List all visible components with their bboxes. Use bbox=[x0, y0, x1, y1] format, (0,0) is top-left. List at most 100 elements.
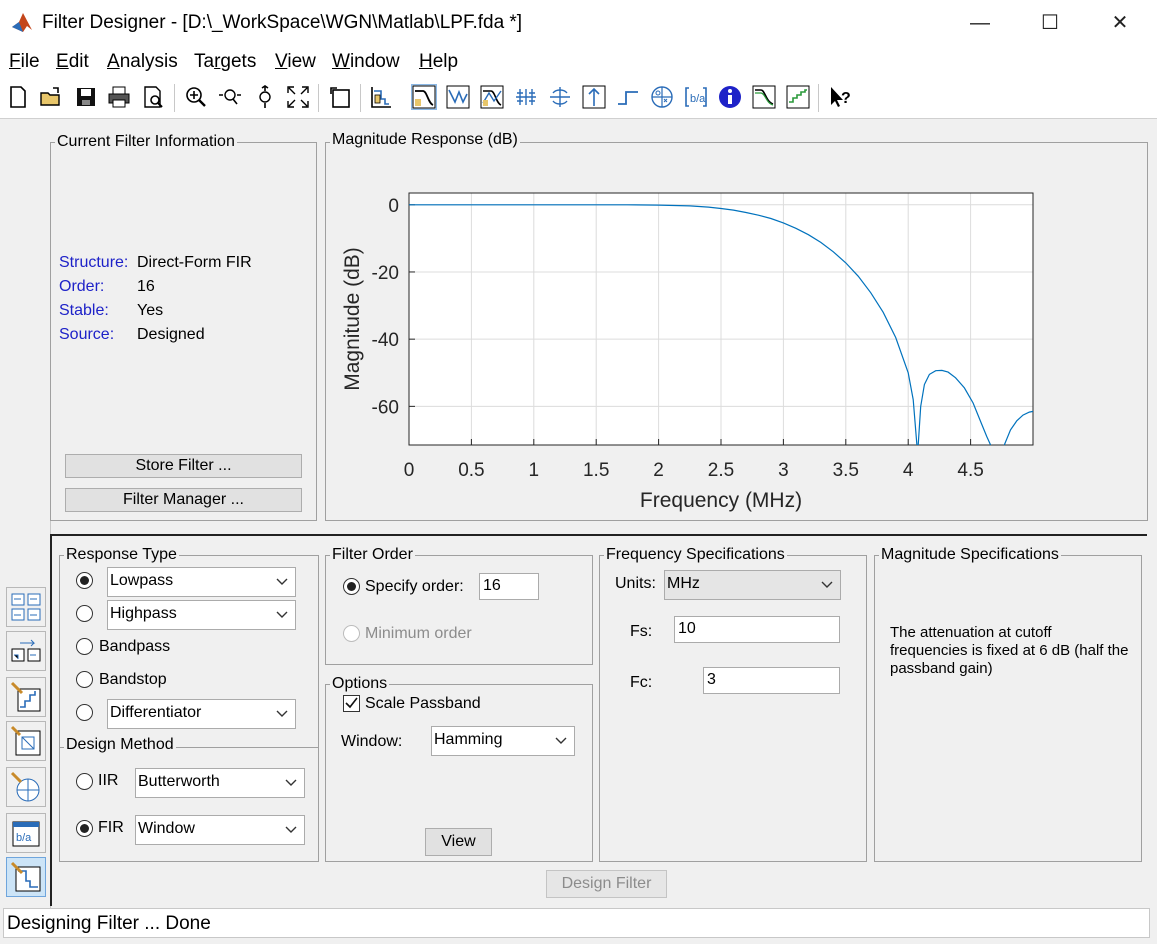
lowpass-radio[interactable] bbox=[76, 572, 93, 589]
magnitude-response-chart[interactable]: 0 0.5 1 1.5 2 2.5 3 3.5 4 4.5 0 -20 -40 -60 Frequency … bbox=[326, 143, 1147, 520]
group-delay-icon[interactable] bbox=[514, 85, 538, 109]
whats-this-icon[interactable]: ? bbox=[828, 85, 852, 109]
open-folder-icon[interactable] bbox=[39, 85, 63, 109]
menu-analysis[interactable]: Analysis bbox=[107, 51, 178, 73]
store-filter-button[interactable]: Store Filter ... bbox=[65, 454, 302, 478]
checkmark-icon bbox=[345, 697, 358, 709]
units-combo[interactable]: MHz bbox=[664, 570, 841, 600]
status-text: Designing Filter ... Done bbox=[7, 913, 211, 934]
matlab-logo-icon bbox=[12, 13, 32, 32]
zoom-y-icon[interactable] bbox=[253, 85, 277, 109]
highpass-combo[interactable]: Highpass bbox=[107, 600, 296, 630]
phase-delay-icon[interactable] bbox=[548, 85, 572, 109]
y-tick-label: -60 bbox=[372, 397, 399, 418]
fs-input[interactable]: 10 bbox=[674, 616, 840, 643]
highpass-combo-value: Highpass bbox=[110, 605, 177, 622]
print-icon[interactable] bbox=[107, 85, 131, 109]
differentiator-combo-value: Differentiator bbox=[110, 704, 202, 721]
toolbar-separator bbox=[360, 84, 361, 112]
iir-method-combo[interactable]: Butterworth bbox=[135, 768, 305, 798]
bandstop-radio[interactable] bbox=[76, 671, 93, 688]
menu-help[interactable]: Help bbox=[419, 51, 458, 73]
filter-specs-icon[interactable] bbox=[369, 85, 393, 109]
save-icon[interactable] bbox=[74, 85, 98, 109]
x-axis-label: Frequency (MHz) bbox=[640, 489, 802, 512]
order-input[interactable]: 16 bbox=[479, 573, 539, 600]
toolbar-separator bbox=[174, 84, 175, 112]
lowpass-combo[interactable]: Lowpass bbox=[107, 567, 296, 597]
differentiator-radio[interactable] bbox=[76, 704, 93, 721]
specify-order-label: Specify order: bbox=[365, 578, 464, 595]
window-title: Filter Designer - [D:\_WorkSpace\WGN\Mat… bbox=[42, 12, 523, 33]
menu-bar: File Edit Analysis Targets View Window H… bbox=[0, 46, 1157, 78]
menu-view[interactable]: View bbox=[275, 51, 316, 73]
magnitude-phase-icon[interactable] bbox=[480, 85, 504, 109]
source-value: Designed bbox=[137, 326, 205, 343]
minimum-order-label: Minimum order bbox=[365, 625, 472, 642]
menu-file[interactable]: File bbox=[9, 51, 40, 73]
design-filter-mode-button[interactable] bbox=[6, 857, 46, 897]
response-type-panel: Response Type Lowpass Highpass Bandpass … bbox=[59, 546, 319, 862]
toolbar-separator bbox=[318, 84, 319, 112]
iir-radio[interactable] bbox=[76, 773, 93, 790]
quantize-icon bbox=[10, 681, 41, 712]
fs-input-value: 10 bbox=[678, 620, 696, 637]
pole-zero-editor-button[interactable] bbox=[6, 721, 46, 761]
order-label: Order: bbox=[59, 278, 105, 295]
filter-transform-button[interactable] bbox=[6, 587, 46, 627]
import-filter-button[interactable] bbox=[6, 767, 46, 807]
new-file-icon[interactable] bbox=[6, 85, 30, 109]
step-response-icon[interactable] bbox=[616, 85, 640, 109]
fir-method-combo[interactable]: Window bbox=[135, 815, 305, 845]
window-combo[interactable]: Hamming bbox=[431, 726, 575, 756]
minimum-order-radio[interactable] bbox=[343, 625, 360, 642]
print-preview-icon[interactable] bbox=[141, 85, 165, 109]
zoom-in-icon[interactable] bbox=[184, 85, 208, 109]
coefficients-icon[interactable]: b/a bbox=[684, 85, 708, 109]
magnitude-specs-title: Magnitude Specifications bbox=[879, 546, 1061, 564]
bandpass-radio[interactable] bbox=[76, 638, 93, 655]
design-filter-button[interactable]: Design Filter bbox=[546, 870, 667, 898]
filter-manager-button[interactable]: Filter Manager ... bbox=[65, 488, 302, 512]
source-label: Source: bbox=[59, 326, 115, 343]
x-tick-label: 2.5 bbox=[708, 460, 734, 481]
scale-passband-checkbox[interactable] bbox=[343, 695, 360, 712]
fc-input[interactable]: 3 bbox=[703, 667, 840, 694]
pole-zero-icon[interactable] bbox=[650, 85, 674, 109]
import-filter-icon bbox=[10, 771, 40, 802]
y-axis-label: Magnitude (dB) bbox=[341, 247, 364, 391]
chevron-down-icon bbox=[276, 578, 288, 585]
x-tick-label: 2 bbox=[653, 460, 664, 481]
scale-passband-label: Scale Passband bbox=[365, 695, 481, 712]
minimize-button[interactable]: — bbox=[945, 0, 1015, 46]
current-filter-info-title: Current Filter Information bbox=[55, 133, 237, 151]
close-button[interactable]: ✕ bbox=[1085, 0, 1155, 46]
realize-model-button[interactable] bbox=[6, 631, 46, 671]
view-window-button[interactable]: View bbox=[425, 828, 492, 856]
magnitude-estimate-icon[interactable] bbox=[752, 85, 776, 109]
filter-info-icon[interactable] bbox=[718, 85, 742, 109]
design-filter-icon bbox=[10, 861, 41, 892]
specify-order-radio[interactable] bbox=[343, 578, 360, 595]
magnitude-response-icon[interactable] bbox=[411, 84, 437, 110]
quantize-button[interactable] bbox=[6, 677, 46, 717]
impulse-response-icon[interactable] bbox=[582, 85, 606, 109]
phase-response-icon[interactable] bbox=[446, 85, 470, 109]
fir-radio[interactable] bbox=[76, 820, 93, 837]
magnitude-specs-note: The attenuation at cutoff frequencies is… bbox=[890, 624, 1129, 677]
differentiator-combo[interactable]: Differentiator bbox=[107, 699, 296, 729]
menu-edit[interactable]: Edit bbox=[56, 51, 89, 73]
design-method-title: Design Method bbox=[64, 736, 176, 754]
multirate-button[interactable]: b/a bbox=[6, 813, 46, 853]
magnitude-specs-panel: Magnitude Specifications The attenuation… bbox=[874, 546, 1142, 862]
menu-targets[interactable]: Targets bbox=[194, 51, 256, 73]
new-figure-icon[interactable] bbox=[328, 85, 352, 109]
highpass-radio[interactable] bbox=[76, 605, 93, 622]
zoom-x-icon[interactable] bbox=[218, 85, 242, 109]
menu-window[interactable]: Window bbox=[332, 51, 400, 73]
y-tick-label: -40 bbox=[372, 330, 399, 351]
round-off-noise-icon[interactable] bbox=[786, 85, 810, 109]
maximize-button[interactable]: ☐ bbox=[1015, 0, 1085, 46]
window-label: Window: bbox=[341, 733, 403, 750]
full-view-icon[interactable] bbox=[286, 85, 310, 109]
